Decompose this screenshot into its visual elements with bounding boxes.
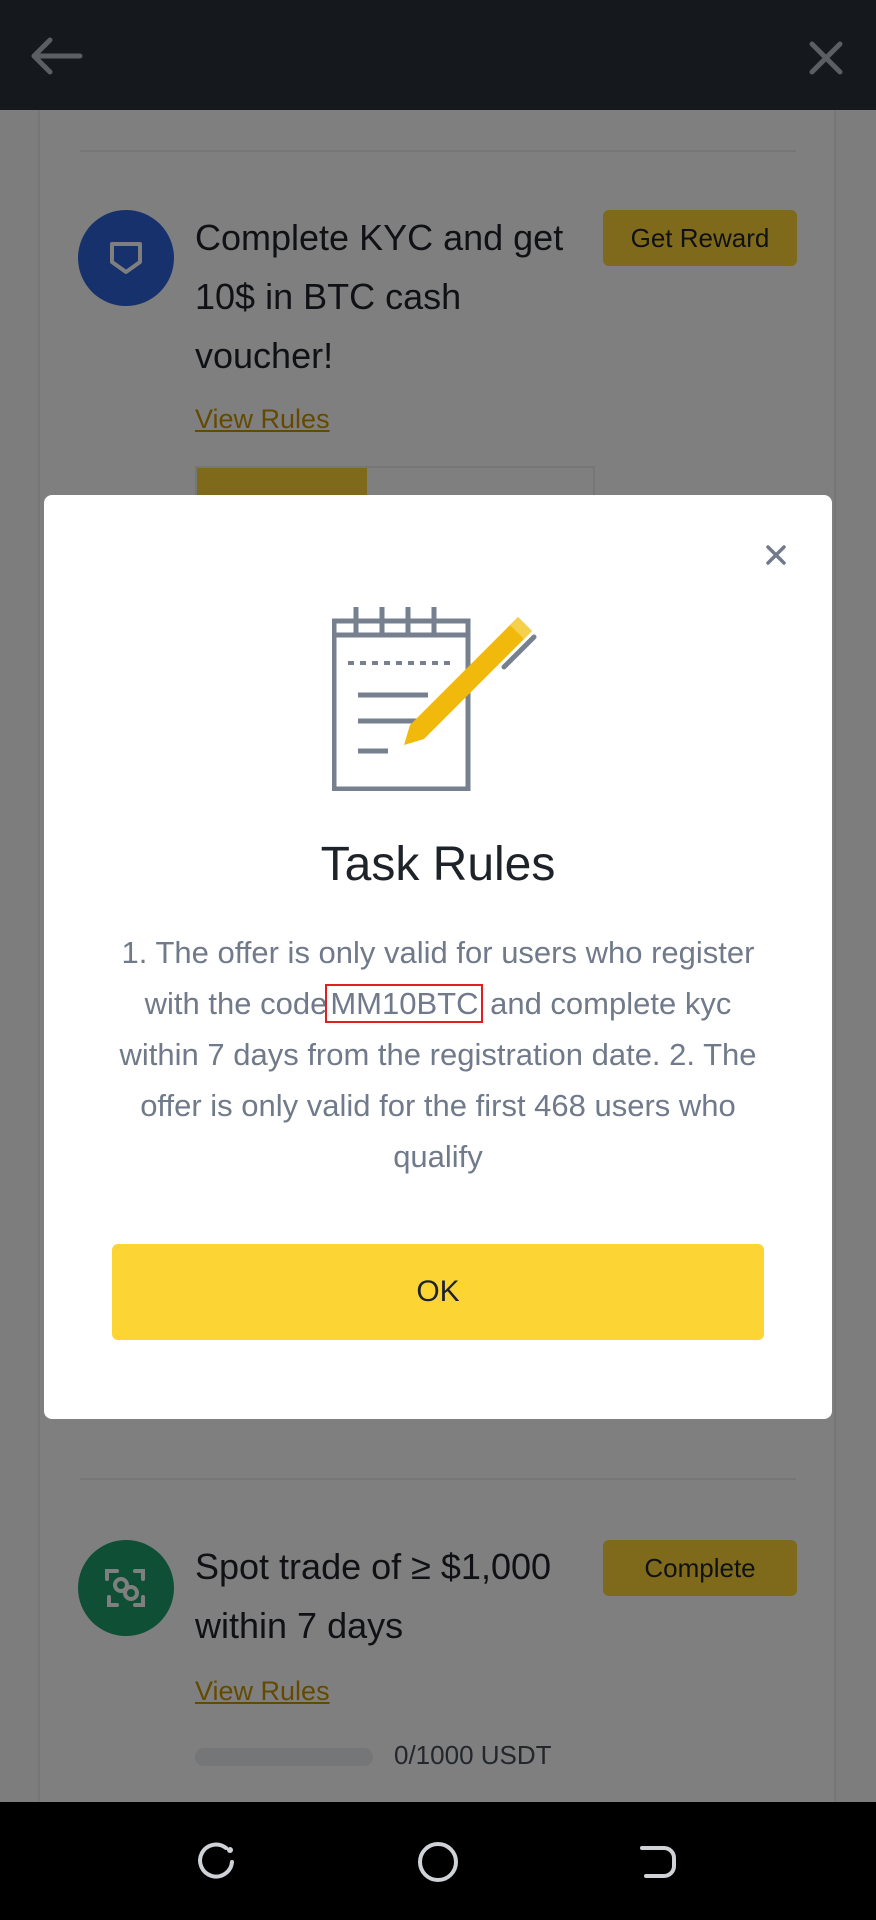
modal-body-text: 1. The offer is only valid for users who… (114, 927, 762, 1182)
task-rules-modal: Task Rules 1. The offer is only valid fo… (44, 495, 832, 1419)
system-nav-bar (0, 1802, 876, 1920)
home-circle-icon[interactable] (416, 1840, 460, 1884)
recents-icon[interactable] (196, 1840, 240, 1884)
modal-title: Task Rules (320, 838, 556, 891)
referral-code: MM10BTC (325, 984, 484, 1023)
modal-close-icon[interactable] (762, 541, 790, 569)
notepad-pencil-icon (332, 607, 537, 791)
back-nav-icon[interactable] (636, 1840, 680, 1884)
ok-button[interactable]: OK (112, 1244, 764, 1340)
